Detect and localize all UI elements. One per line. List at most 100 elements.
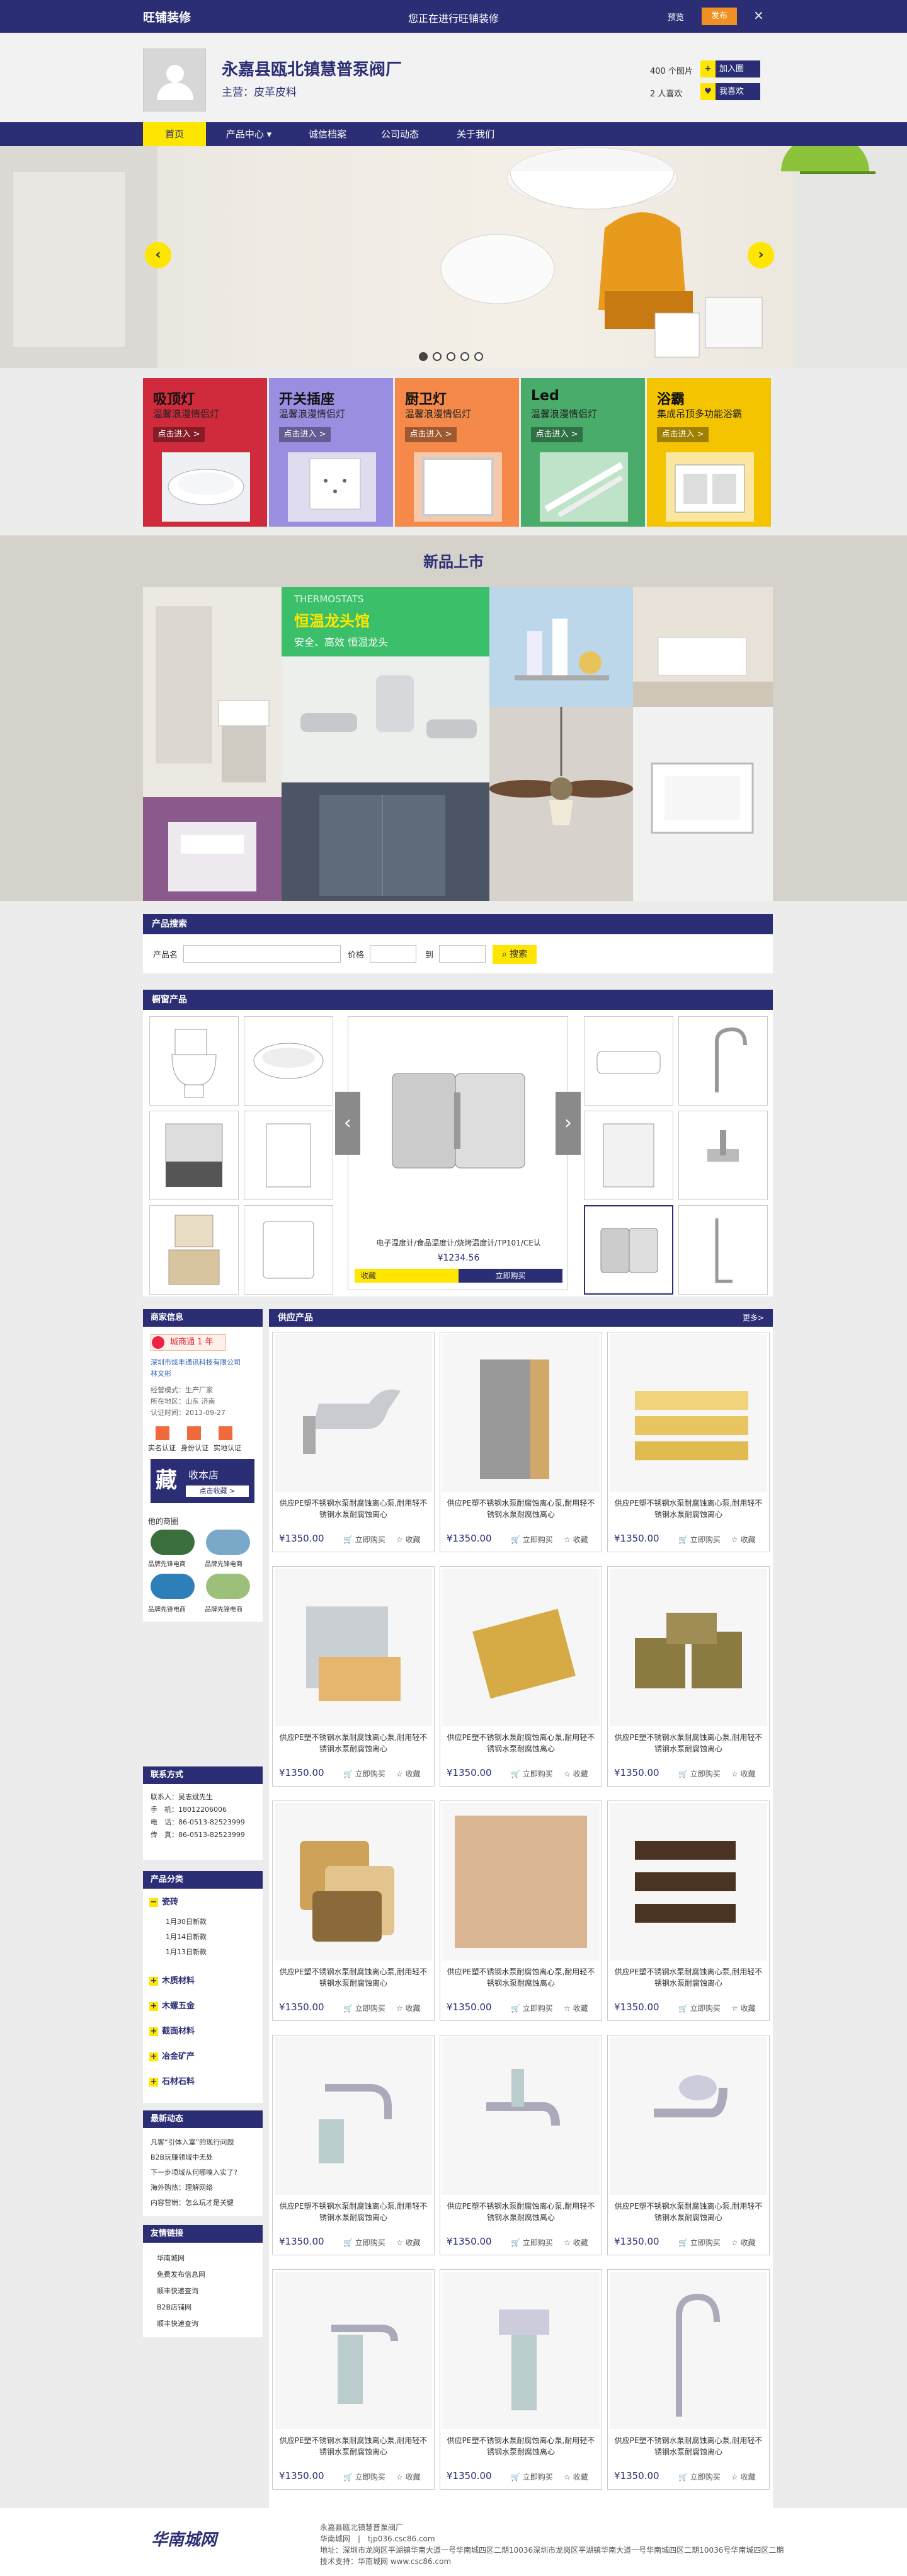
buy-button[interactable]: 🛒 立即购买: [511, 1534, 553, 1545]
join-button[interactable]: + 加入圈: [700, 60, 760, 77]
circle-name[interactable]: 品牌先锋电商: [205, 1559, 242, 1568]
buy-button[interactable]: 🛒 立即购买: [343, 2471, 385, 2482]
subcategory-item[interactable]: 1月14日新款: [166, 1932, 207, 1942]
product-image[interactable]: [275, 2272, 432, 2429]
featured-thumb-shower[interactable]: [584, 1111, 673, 1200]
subcategory-item[interactable]: 1月13日新款: [166, 1947, 207, 1957]
product-card[interactable]: 供应PE塑不锈钢水泵耐腐蚀离心泵,耐用轻不锈钢水泵耐腐蚀离心 ¥1350.00 🛒 …: [272, 1566, 435, 1787]
category-item[interactable]: + 木螺五金: [149, 1999, 195, 2011]
buy-button[interactable]: 🛒 立即购买: [343, 1534, 385, 1545]
product-card[interactable]: 供应PE塑不锈钢水泵耐腐蚀离心泵,耐用轻不锈钢水泵耐腐蚀离心 ¥1350.00 🛒 …: [440, 2035, 602, 2255]
subcategory-item[interactable]: 1月30日新款: [166, 1916, 207, 1926]
featured-thumb-vanity[interactable]: [149, 1111, 239, 1200]
product-image[interactable]: [610, 2272, 767, 2429]
favorite-button[interactable]: ☆ 收藏: [396, 1768, 421, 1779]
product-image[interactable]: [610, 1569, 767, 1726]
product-card[interactable]: 供应PE塑不锈钢水泵耐腐蚀离心泵,耐用轻不锈钢水泵耐腐蚀离心 ¥1350.00 🛒 …: [607, 2035, 770, 2255]
shower-tile[interactable]: [282, 782, 489, 901]
product-title[interactable]: 供应PE塑不锈钢水泵耐腐蚀离心泵,耐用轻不锈钢水泵耐腐蚀离心: [613, 1497, 764, 1520]
product-title[interactable]: 供应PE塑不锈钢水泵耐腐蚀离心泵,耐用轻不锈钢水泵耐腐蚀离心: [278, 2201, 429, 2223]
product-card[interactable]: 供应PE塑不锈钢水泵耐腐蚀离心泵,耐用轻不锈钢水泵耐腐蚀离心 ¥1350.00 🛒 …: [272, 2269, 435, 2490]
panel-light-tile[interactable]: [633, 707, 773, 901]
favorite-shop-button[interactable]: 藏 收本店 点击收藏 >: [151, 1459, 254, 1503]
buy-button[interactable]: 🛒 立即购买: [678, 1534, 721, 1545]
more-link[interactable]: 更多>: [743, 1309, 764, 1327]
featured-fav-button[interactable]: 收藏: [355, 1269, 459, 1283]
buy-button[interactable]: 🛒 立即购买: [343, 2237, 385, 2248]
product-card[interactable]: 供应PE塑不锈钢水泵耐腐蚀离心泵,耐用轻不锈钢水泵耐腐蚀离心 ¥1350.00 🛒 …: [440, 1566, 602, 1787]
product-card[interactable]: 供应PE塑不锈钢水泵耐腐蚀离心泵,耐用轻不锈钢水泵耐腐蚀离心 ¥1350.00 🛒 …: [607, 1332, 770, 1552]
news-item[interactable]: 内容营销：怎么玩才是关键: [151, 2197, 234, 2207]
circle-thumb[interactable]: [151, 1530, 195, 1555]
category-tile-kitchen-light[interactable]: 厨卫灯 温馨浪漫情侣灯 点击进入 >: [395, 378, 519, 527]
product-card[interactable]: 供应PE塑不锈钢水泵耐腐蚀离心泵,耐用轻不锈钢水泵耐腐蚀离心 ¥1350.00 🛒 …: [607, 1800, 770, 2021]
featured-thumb-tank[interactable]: [244, 1111, 333, 1200]
product-image[interactable]: [442, 2272, 600, 2429]
featured-thumb-basin[interactable]: [244, 1016, 333, 1106]
close-icon[interactable]: ×: [753, 8, 764, 23]
friend-link[interactable]: 免费发布信息网: [157, 2269, 205, 2279]
buy-button[interactable]: 🛒 立即购买: [511, 1768, 553, 1779]
product-card[interactable]: 供应PE塑不锈钢水泵耐腐蚀离心泵,耐用轻不锈钢水泵耐腐蚀离心 ¥1350.00 🛒 …: [272, 2035, 435, 2255]
publish-button[interactable]: 发布: [702, 8, 737, 25]
product-title[interactable]: 供应PE塑不锈钢水泵耐腐蚀离心泵,耐用轻不锈钢水泵耐腐蚀离心: [445, 2201, 596, 2223]
buy-button[interactable]: 🛒 立即购买: [343, 2003, 385, 2013]
friend-link[interactable]: 顺丰快递查询: [157, 2286, 198, 2296]
search-button[interactable]: ⌕ 搜索: [493, 945, 537, 964]
favorite-button[interactable]: ☆ 收藏: [396, 2471, 421, 2482]
banner-dot[interactable]: [460, 352, 469, 361]
favorite-button[interactable]: ☆ 收藏: [564, 1768, 588, 1779]
favorite-button[interactable]: ☆ 收藏: [564, 2003, 588, 2013]
buy-button[interactable]: 🛒 立即购买: [678, 2003, 721, 2013]
friend-link[interactable]: 华南城网: [157, 2253, 185, 2263]
favorite-button[interactable]: ☆ 收藏: [731, 2003, 756, 2013]
banner-prev-button[interactable]: ‹: [145, 242, 171, 268]
ceiling-fan-tile[interactable]: [489, 707, 633, 901]
featured-prev-button[interactable]: ‹: [335, 1092, 360, 1155]
thermostat-promo-tile[interactable]: THERMOSTATS 恒温龙头馆 安全、高效 恒温龙头: [282, 587, 489, 782]
category-item[interactable]: − 瓷砖: [149, 1895, 178, 1907]
featured-thumb-valve[interactable]: [678, 1111, 768, 1200]
favorite-button[interactable]: ☆ 收藏: [396, 2237, 421, 2248]
living-room-tile[interactable]: [633, 587, 773, 707]
product-card[interactable]: 供应PE塑不锈钢水泵耐腐蚀离心泵,耐用轻不锈钢水泵耐腐蚀离心 ¥1350.00 🛒 …: [607, 2269, 770, 2490]
featured-main[interactable]: 电子温度计/食品温度计/烧烤温度计/TP101/CE认 ¥1234.56 收藏 …: [348, 1016, 568, 1290]
circle-name[interactable]: 品牌先锋电商: [148, 1559, 186, 1568]
circle-name[interactable]: 品牌先锋电商: [148, 1604, 186, 1613]
product-title[interactable]: 供应PE塑不锈钢水泵耐腐蚀离心泵,耐用轻不锈钢水泵耐腐蚀离心: [278, 1732, 429, 1755]
product-image[interactable]: [442, 1569, 600, 1726]
featured-thumb-handle[interactable]: [678, 1205, 768, 1295]
featured-next-button[interactable]: ›: [556, 1092, 581, 1155]
preview-link[interactable]: 预览: [668, 11, 684, 23]
category-item[interactable]: + 截面材料: [149, 2024, 195, 2036]
price-max-input[interactable]: [439, 945, 486, 963]
favorite-button[interactable]: ☆ 收藏: [564, 2237, 588, 2248]
banner-next-button[interactable]: ›: [748, 242, 774, 268]
category-enter-button[interactable]: 点击进入 >: [279, 427, 331, 442]
product-title[interactable]: 供应PE塑不锈钢水泵耐腐蚀离心泵,耐用轻不锈钢水泵耐腐蚀离心: [613, 2435, 764, 2458]
product-title[interactable]: 供应PE塑不锈钢水泵耐腐蚀离心泵,耐用轻不锈钢水泵耐腐蚀离心: [613, 1966, 764, 1989]
category-enter-button[interactable]: 点击进入 >: [657, 427, 709, 442]
category-enter-button[interactable]: 点击进入 >: [531, 427, 583, 442]
favorite-button[interactable]: ☆ 收藏: [396, 2003, 421, 2013]
favorite-button[interactable]: ☆ 收藏: [396, 1534, 421, 1545]
banner-dot[interactable]: [447, 352, 455, 361]
product-image[interactable]: [610, 1803, 767, 1961]
product-title[interactable]: 供应PE塑不锈钢水泵耐腐蚀离心泵,耐用轻不锈钢水泵耐腐蚀离心: [445, 1497, 596, 1520]
product-image[interactable]: [275, 1569, 432, 1726]
price-min-input[interactable]: [370, 945, 416, 963]
circle-thumb[interactable]: [206, 1574, 250, 1599]
news-item[interactable]: 下一步项域从何哪嗅入实了?: [151, 2167, 237, 2177]
product-title[interactable]: 供应PE塑不锈钢水泵耐腐蚀离心泵,耐用轻不锈钢水泵耐腐蚀离心: [445, 2435, 596, 2458]
product-image[interactable]: [610, 2037, 767, 2195]
friend-link[interactable]: B2B店铺网: [157, 2302, 191, 2312]
product-image[interactable]: [442, 1334, 600, 1492]
product-card[interactable]: 供应PE塑不锈钢水泵耐腐蚀离心泵,耐用轻不锈钢水泵耐腐蚀离心 ¥1350.00 🛒 …: [440, 2269, 602, 2490]
banner-dot[interactable]: [433, 352, 442, 361]
nav-news[interactable]: 公司动态: [365, 122, 435, 146]
company-link[interactable]: 深圳市炫丰通讯科技有限公司: [151, 1357, 258, 1367]
product-title[interactable]: 供应PE塑不锈钢水泵耐腐蚀离心泵,耐用轻不锈钢水泵耐腐蚀离心: [278, 1497, 429, 1520]
category-tile-ceiling-light[interactable]: 吸顶灯 温馨浪漫情侣灯 点击进入 >: [143, 378, 267, 527]
product-image[interactable]: [275, 1803, 432, 1961]
buy-button[interactable]: 🛒 立即购买: [678, 1768, 721, 1779]
